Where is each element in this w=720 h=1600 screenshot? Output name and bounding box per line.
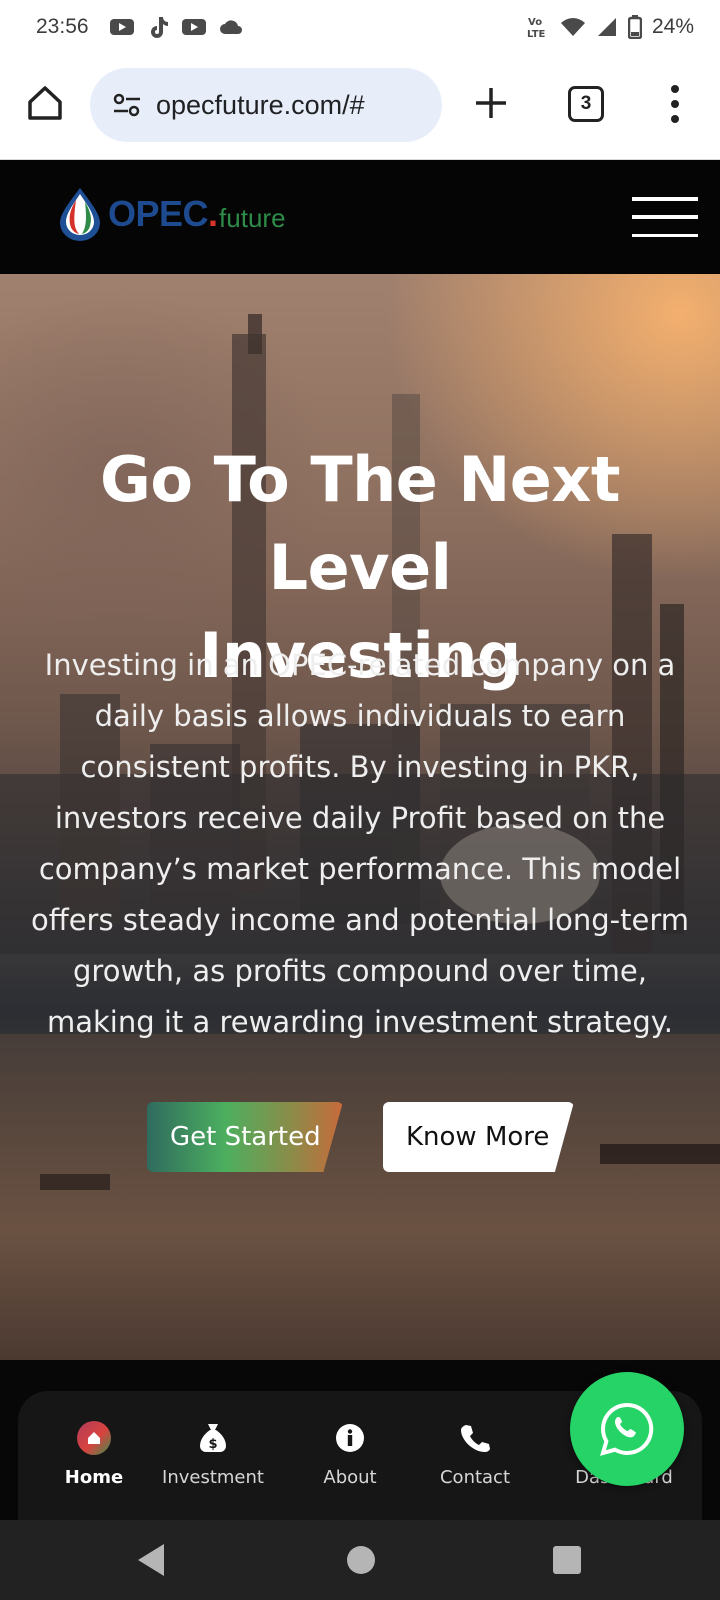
whatsapp-icon bbox=[600, 1402, 654, 1456]
hero-title-line-1: Go To The Next Level bbox=[100, 443, 620, 604]
site-header: OPEC. future bbox=[0, 160, 720, 274]
money-bag-icon: $ bbox=[196, 1421, 230, 1455]
youtube-notification-icon-2 bbox=[181, 17, 207, 37]
more-dot bbox=[671, 85, 679, 93]
more-dot bbox=[671, 100, 679, 108]
home-icon-wrap bbox=[77, 1421, 111, 1455]
battery-percent: 24% bbox=[651, 15, 694, 38]
info-icon bbox=[333, 1421, 367, 1455]
hero-description: Investing in an OPEC-related company on … bbox=[30, 648, 690, 1039]
svg-text:LTE: LTE bbox=[527, 29, 546, 40]
status-bar: 23:56 Vo LTE 24% bbox=[0, 0, 720, 54]
nav-label-contact: Contact bbox=[439, 1467, 511, 1488]
back-triangle-icon bbox=[138, 1544, 164, 1576]
home-icon bbox=[77, 1421, 111, 1455]
hamburger-line bbox=[632, 233, 698, 237]
browser-menu-button[interactable] bbox=[660, 82, 690, 126]
site-settings-icon bbox=[113, 93, 140, 117]
nav-item-home[interactable]: Home bbox=[34, 1421, 154, 1488]
logo-dot: . bbox=[208, 193, 219, 234]
hamburger-line bbox=[632, 215, 698, 219]
battery-icon bbox=[627, 15, 642, 39]
svg-text:Vo: Vo bbox=[528, 17, 542, 28]
tab-count: 3 bbox=[580, 93, 592, 114]
hamburger-line bbox=[632, 197, 698, 201]
tiktok-notification-icon bbox=[147, 15, 169, 39]
logo-subtext: future bbox=[219, 202, 286, 233]
know-more-button[interactable]: Know More bbox=[383, 1102, 574, 1172]
browser-home-button[interactable] bbox=[22, 80, 68, 126]
nav-item-about[interactable]: About bbox=[290, 1421, 410, 1488]
cloud-icon bbox=[219, 18, 243, 36]
signal-icon bbox=[596, 16, 618, 38]
home-outline-icon bbox=[28, 86, 62, 120]
more-dot bbox=[671, 115, 679, 123]
system-recents-button[interactable] bbox=[553, 1546, 581, 1574]
nav-label-home: Home bbox=[64, 1467, 124, 1488]
new-tab-button[interactable] bbox=[470, 82, 512, 124]
svg-text:$: $ bbox=[208, 1437, 217, 1452]
nav-item-investment[interactable]: $ Investment bbox=[153, 1421, 273, 1488]
tab-switcher-button[interactable]: 3 bbox=[568, 86, 604, 122]
hero-section: Go To The Next Level Investing Investing… bbox=[0, 274, 720, 1360]
system-back-button[interactable] bbox=[136, 1542, 166, 1583]
plus-icon bbox=[476, 88, 506, 118]
nav-item-contact[interactable]: Contact bbox=[415, 1421, 535, 1488]
address-bar[interactable]: opecfuture.com/# bbox=[90, 68, 442, 142]
hamburger-menu-button[interactable] bbox=[632, 197, 698, 237]
logo-text: OPEC bbox=[108, 193, 209, 234]
url-text: opecfuture.com/# bbox=[156, 89, 365, 120]
volte-icon: Vo LTE bbox=[526, 14, 550, 40]
whatsapp-chat-button[interactable] bbox=[570, 1372, 684, 1486]
phone-icon bbox=[458, 1421, 492, 1455]
system-home-button[interactable] bbox=[347, 1546, 375, 1574]
browser-toolbar: opecfuture.com/# 3 bbox=[0, 54, 720, 160]
nav-label-about: About bbox=[323, 1467, 377, 1488]
nav-label-investment: Investment bbox=[162, 1467, 264, 1488]
get-started-button[interactable]: Get Started bbox=[147, 1102, 343, 1172]
wifi-icon bbox=[560, 16, 586, 38]
flame-drop-logo-icon bbox=[60, 188, 100, 241]
system-navigation-bar bbox=[0, 1520, 720, 1600]
youtube-notification-icon bbox=[109, 17, 135, 37]
status-time: 23:56 bbox=[36, 15, 89, 38]
site-logo[interactable]: OPEC. future bbox=[58, 184, 286, 244]
